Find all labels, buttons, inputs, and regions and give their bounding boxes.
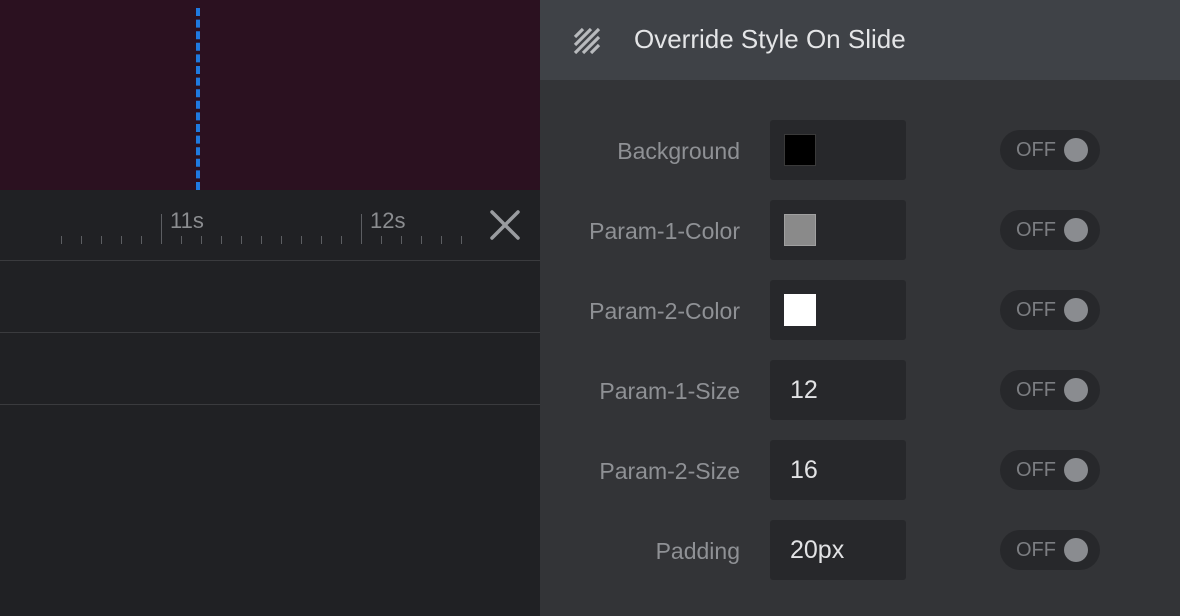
param-1-color-toggle[interactable]: OFF — [1000, 210, 1100, 250]
toggle-label: OFF — [1016, 459, 1056, 481]
param-1-size-input[interactable]: 12 — [770, 360, 906, 420]
toggle-label: OFF — [1016, 299, 1056, 321]
slide-preview[interactable] — [0, 0, 540, 190]
toggle-knob — [1064, 538, 1088, 562]
override-style-panel: Override Style On Slide Background OFF P… — [540, 0, 1180, 616]
tick-minor — [61, 236, 62, 244]
close-icon — [490, 210, 520, 240]
param-1-color-picker[interactable] — [770, 200, 906, 260]
tick-label-11s: 11s — [170, 208, 204, 233]
toggle-knob — [1064, 138, 1088, 162]
row-param-2-size: Param-2-Size 16 OFF — [540, 440, 1180, 500]
color-swatch[interactable] — [784, 214, 816, 246]
timeline-panel: s 11s 12s — [0, 190, 540, 616]
tick-minor — [321, 236, 322, 244]
row-label: Padding — [655, 538, 740, 564]
panel-title: Override Style On Slide — [634, 24, 906, 54]
tick-minor — [341, 236, 342, 244]
field-value: 20px — [790, 536, 845, 564]
time-ruler[interactable]: s 11s 12s — [0, 190, 540, 260]
color-swatch[interactable] — [784, 294, 816, 326]
row-label: Param-2-Color — [589, 298, 740, 324]
tick-minor — [301, 236, 302, 244]
row-param-1-size: Param-1-Size 12 OFF — [540, 360, 1180, 420]
param-2-color-picker[interactable] — [770, 280, 906, 340]
tick-label-12s: 12s — [370, 208, 406, 233]
background-toggle[interactable]: OFF — [1000, 130, 1100, 170]
toggle-label: OFF — [1016, 139, 1056, 161]
tick-minor — [121, 236, 122, 244]
tick-minor — [241, 236, 242, 244]
panel-header: Override Style On Slide — [540, 0, 1180, 80]
track-divider — [0, 404, 540, 405]
row-param-1-color: Param-1-Color OFF — [540, 200, 1180, 260]
track-divider — [0, 332, 540, 333]
close-timeline-button[interactable] — [486, 206, 524, 244]
toggle-knob — [1064, 458, 1088, 482]
field-value: 12 — [790, 376, 818, 404]
tick-minor — [461, 236, 462, 244]
row-label: Param-2-Size — [599, 458, 740, 484]
color-swatch[interactable] — [784, 134, 816, 166]
tick-minor — [421, 236, 422, 244]
tick-major — [161, 214, 162, 244]
row-label: Background — [617, 138, 740, 164]
padding-toggle[interactable]: OFF — [1000, 530, 1100, 570]
toggle-label: OFF — [1016, 219, 1056, 241]
toggle-knob — [1064, 218, 1088, 242]
row-label: Param-1-Size — [599, 378, 740, 404]
row-label: Param-1-Color — [589, 218, 740, 244]
param-2-size-toggle[interactable]: OFF — [1000, 450, 1100, 490]
toggle-knob — [1064, 378, 1088, 402]
toggle-label: OFF — [1016, 539, 1056, 561]
tick-minor — [441, 236, 442, 244]
striped-square-icon — [573, 27, 601, 55]
tick-minor — [81, 236, 82, 244]
param-2-size-input[interactable]: 16 — [770, 440, 906, 500]
tick-minor — [381, 236, 382, 244]
tick-minor — [221, 236, 222, 244]
tick-minor — [141, 236, 142, 244]
param-1-size-toggle[interactable]: OFF — [1000, 370, 1100, 410]
tick-minor — [101, 236, 102, 244]
padding-input[interactable]: 20px — [770, 520, 906, 580]
toggle-label: OFF — [1016, 379, 1056, 401]
playhead-marker[interactable] — [196, 8, 200, 190]
tick-major — [361, 214, 362, 244]
tick-minor — [181, 236, 182, 244]
row-padding: Padding 20px OFF — [540, 520, 1180, 580]
param-2-color-toggle[interactable]: OFF — [1000, 290, 1100, 330]
row-background: Background OFF — [540, 120, 1180, 180]
tick-minor — [281, 236, 282, 244]
tick-minor — [261, 236, 262, 244]
toggle-knob — [1064, 298, 1088, 322]
tick-minor — [201, 236, 202, 244]
tick-minor — [401, 236, 402, 244]
row-param-2-color: Param-2-Color OFF — [540, 280, 1180, 340]
field-value: 16 — [790, 456, 818, 484]
background-color-picker[interactable] — [770, 120, 906, 180]
track-divider — [0, 260, 540, 261]
